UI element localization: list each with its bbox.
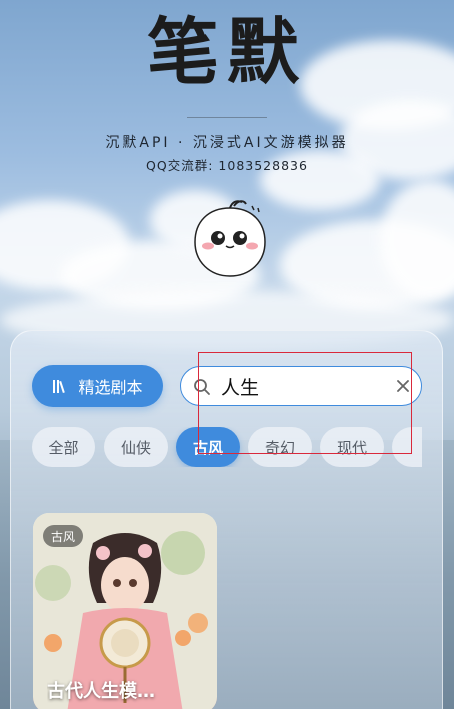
- category-modern[interactable]: 现代: [320, 427, 384, 467]
- subtitle: 沉默API · 沉浸式AI文游模拟器: [105, 135, 349, 151]
- card-tag: 古风: [43, 525, 84, 547]
- mascot-icon: [194, 200, 266, 277]
- category-more[interactable]: [392, 427, 422, 467]
- script-card[interactable]: 古风 古代人生模…: [33, 513, 217, 709]
- category-gufeng[interactable]: 古风: [176, 427, 240, 467]
- search-icon: [194, 379, 210, 395]
- category-fantasy[interactable]: 奇幻: [248, 427, 312, 467]
- category-all[interactable]: 全部: [32, 427, 95, 467]
- title-divider: [187, 117, 267, 118]
- search-input[interactable]: [221, 371, 391, 401]
- close-icon[interactable]: [395, 378, 411, 394]
- featured-scripts-button[interactable]: 精选剧本: [32, 365, 163, 407]
- app-title: 笔默: [146, 9, 307, 94]
- card-title: 古代人生模…: [47, 681, 155, 702]
- category-tabs: 全部 仙侠 古风 奇幻 现代: [32, 427, 422, 467]
- search-box[interactable]: [180, 366, 422, 406]
- category-xianxia[interactable]: 仙侠: [104, 427, 168, 467]
- books-icon: [53, 380, 66, 394]
- featured-scripts-label: 精选剧本: [78, 378, 143, 397]
- qq-group-text: QQ交流群: 1083528836: [146, 158, 308, 173]
